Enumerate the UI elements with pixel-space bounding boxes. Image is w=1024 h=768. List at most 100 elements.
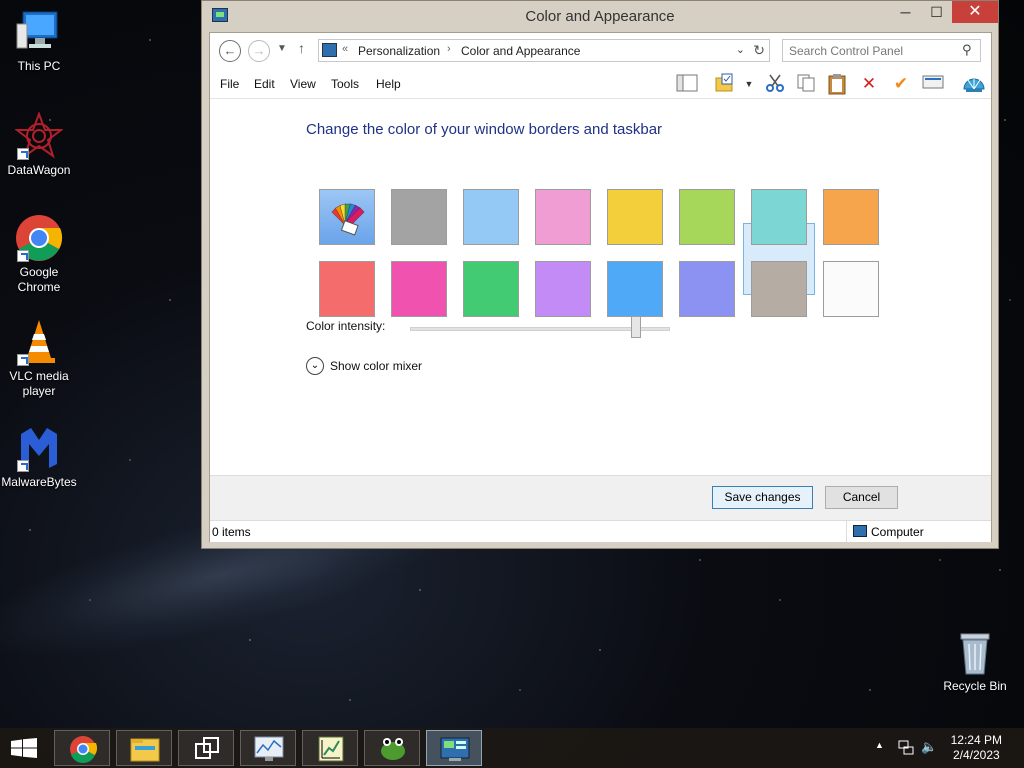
color-swatch-yellow[interactable] [607, 189, 663, 245]
windows-start-icon[interactable] [11, 738, 37, 758]
color-swatch-lime[interactable] [679, 189, 735, 245]
color-swatch-orange[interactable] [823, 189, 879, 245]
page-title: Change the color of your window borders … [306, 121, 663, 138]
taskbar-task-view[interactable] [178, 730, 234, 766]
layout-icon[interactable] [676, 73, 698, 95]
frog-icon [381, 738, 405, 760]
color-swatch-light-blue[interactable] [463, 189, 519, 245]
desktop-icon-recycle-bin[interactable]: Recycle Bin [936, 630, 1014, 694]
color-swatch-white[interactable] [823, 261, 879, 317]
cancel-button[interactable]: Cancel [825, 486, 898, 509]
color-swatch-periwinkle[interactable] [679, 261, 735, 317]
menu-file[interactable]: File [220, 77, 239, 91]
desktop-icon-google-chrome[interactable]: Google Chrome [0, 214, 78, 295]
color-appearance-panel: Change the color of your window borders … [210, 99, 991, 475]
chrome-icon [70, 736, 98, 763]
check-icon[interactable]: ✔ [890, 73, 912, 95]
title-bar[interactable]: Color and Appearance ─ ☐ ✕ [202, 1, 998, 32]
color-swatch-automatic[interactable] [319, 189, 375, 245]
expand-chevron-icon[interactable]: ⌄ [306, 357, 324, 375]
status-bar: 0 items Computer [210, 520, 991, 542]
dialog-button-bar: Save changes Cancel [210, 475, 991, 520]
desktop-icon-malwarebytes[interactable]: MalwareBytes [0, 424, 78, 490]
control-panel-icon [440, 737, 470, 761]
taskbar-clock[interactable]: 12:24 PM 2/4/2023 [951, 733, 1002, 763]
taskbar-chrome[interactable] [54, 730, 110, 766]
desktop-icon-datawagon[interactable]: DataWagon [0, 111, 78, 178]
taskbar-graph-app[interactable] [302, 730, 358, 766]
refresh-icon[interactable]: ↻ [753, 42, 765, 59]
clock-date: 2/4/2023 [952, 748, 1000, 762]
desktop-icon-this-pc[interactable]: This PC [0, 8, 78, 74]
color-swatch-blue[interactable] [607, 261, 663, 317]
desktop-icon-label: MalwareBytes [1, 475, 77, 489]
menu-view[interactable]: View [290, 77, 316, 91]
desktop-icon-label: This PC [17, 59, 61, 73]
color-swatch-red[interactable] [319, 261, 375, 317]
breadcrumb-separator: › [447, 43, 451, 55]
taskbar-performance-monitor[interactable] [240, 730, 296, 766]
color-fan-icon [331, 203, 365, 236]
graph-app-icon [318, 736, 344, 762]
shortcut-arrow-icon [17, 460, 29, 472]
malwarebytes-icon [15, 424, 63, 472]
recent-locations-chevron-icon[interactable]: ▼ [277, 43, 287, 54]
folder-options-icon[interactable] [714, 73, 736, 95]
minimize-button[interactable]: ─ [890, 1, 921, 23]
dropdown-arrow-icon[interactable]: ▼ [738, 73, 760, 95]
color-swatch-magenta[interactable] [391, 261, 447, 317]
color-swatch-teal[interactable] [751, 189, 807, 245]
color-intensity-slider-thumb[interactable] [631, 316, 642, 338]
desktop-icon-vlc[interactable]: VLC media player [0, 318, 78, 399]
color-swatch-gray[interactable] [391, 189, 447, 245]
desktop-icon-label: Recycle Bin [943, 679, 1007, 693]
up-arrow-icon[interactable]: ↑ [298, 40, 305, 56]
breadcrumb-personalization[interactable]: Personalization [358, 44, 440, 58]
save-changes-button[interactable]: Save changes [712, 486, 813, 509]
search-icon[interactable]: ⚲ [962, 42, 972, 58]
window-client-area: ← → ▼ ↑ « Personalization › Color and Ap… [209, 32, 992, 542]
menu-edit[interactable]: Edit [254, 77, 275, 91]
show-hidden-icons-icon[interactable]: ▲ [875, 740, 884, 750]
taskbar-file-explorer[interactable] [116, 730, 172, 766]
breadcrumb-color-and-appearance[interactable]: Color and Appearance [461, 44, 580, 58]
address-bar[interactable]: « Personalization › Color and Appearance… [318, 39, 770, 62]
menu-bar: File Edit View Tools Help ▼ ✕ ✔ [210, 69, 991, 99]
color-swatch-purple[interactable] [535, 261, 591, 317]
color-swatch-taupe[interactable] [751, 261, 807, 317]
search-input[interactable]: Search Control Panel [782, 39, 981, 62]
delete-icon[interactable]: ✕ [858, 73, 880, 95]
clock-time: 12:24 PM [950, 733, 1002, 747]
vlc-cone-icon [15, 318, 63, 366]
address-dropdown-icon[interactable]: ⌄ [736, 43, 745, 56]
back-arrow-icon[interactable]: ← [219, 40, 241, 62]
copy-icon[interactable] [795, 73, 817, 95]
paste-icon[interactable] [826, 73, 848, 95]
menu-tools[interactable]: Tools [331, 77, 359, 91]
properties-icon[interactable] [922, 73, 944, 95]
datawagon-logo-icon [14, 111, 64, 160]
color-swatch-green[interactable] [463, 261, 519, 317]
control-panel-icon [322, 43, 337, 57]
status-item-count: 0 items [212, 525, 251, 539]
menu-help[interactable]: Help [376, 77, 401, 91]
network-icon[interactable] [898, 739, 914, 758]
status-location-label: Computer [871, 525, 924, 539]
task-view-icon [195, 737, 219, 759]
show-color-mixer-link[interactable]: Show color mixer [330, 359, 422, 373]
maximize-button[interactable]: ☐ [921, 1, 952, 23]
monitor-chart-icon [254, 736, 284, 761]
taskbar-frog-app[interactable] [364, 730, 420, 766]
volume-icon[interactable]: 🔈 [921, 739, 937, 755]
color-swatch-pink[interactable] [535, 189, 591, 245]
chrome-icon [15, 214, 63, 262]
forward-arrow-icon[interactable]: → [248, 40, 270, 62]
desktop-icon-label: DataWagon [7, 163, 71, 177]
navigation-bar: ← → ▼ ↑ « Personalization › Color and Ap… [210, 33, 991, 69]
recycle-bin-icon [955, 630, 995, 676]
close-button[interactable]: ✕ [952, 1, 998, 23]
taskbar-control-panel[interactable] [426, 730, 482, 766]
breadcrumb-overflow[interactable]: « [342, 43, 348, 55]
cut-icon[interactable] [764, 73, 786, 95]
shell-icon[interactable] [962, 73, 985, 95]
